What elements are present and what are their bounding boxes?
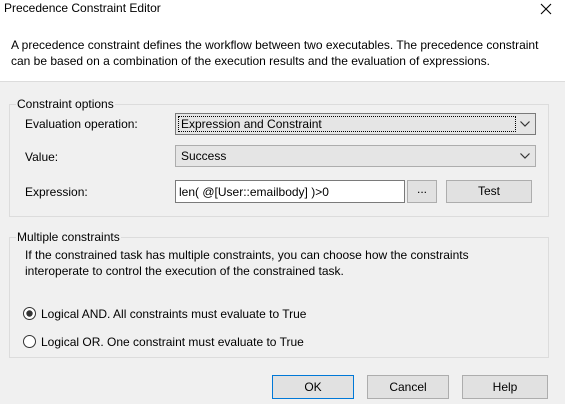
close-icon: [540, 3, 552, 15]
expression-input[interactable]: len( @[User::emailbody] )>0: [175, 180, 405, 203]
logical-or-label[interactable]: Logical OR. One constraint must evaluate…: [41, 335, 304, 349]
constraint-options-legend: Constraint options: [16, 97, 115, 111]
chevron-down-icon: [520, 121, 530, 127]
intro-panel: A precedence constraint defines the work…: [0, 18, 565, 82]
multiple-constraints-description: If the constrained task has multiple con…: [25, 248, 469, 278]
expression-label: Expression:: [25, 185, 88, 199]
value-label: Value:: [25, 150, 59, 164]
cancel-button[interactable]: Cancel: [367, 375, 449, 399]
help-button[interactable]: Help: [462, 375, 548, 399]
intro-text: A precedence constraint defines the work…: [11, 38, 539, 68]
value-select-value: Success: [181, 149, 227, 163]
window-title: Precedence Constraint Editor: [4, 1, 161, 15]
evaluation-operation-label: Evaluation operation:: [25, 117, 138, 131]
expression-builder-button[interactable]: ...: [407, 180, 437, 203]
evaluation-operation-value: Expression and Constraint: [181, 117, 322, 131]
title-bar: Precedence Constraint Editor: [0, 0, 565, 18]
radio-unselected-icon: [23, 335, 36, 348]
multiple-constraints-legend: Multiple constraints: [16, 230, 121, 244]
evaluation-operation-select[interactable]: Expression and Constraint: [175, 113, 536, 135]
close-button[interactable]: [529, 0, 565, 18]
logical-and-radio[interactable]: [23, 307, 36, 320]
value-select[interactable]: Success: [175, 145, 536, 167]
logical-and-label[interactable]: Logical AND. All constraints must evalua…: [41, 307, 306, 321]
expression-value: len( @[User::emailbody] )>0: [179, 185, 329, 199]
logical-or-radio[interactable]: [23, 335, 36, 348]
test-button[interactable]: Test: [446, 180, 532, 203]
chevron-down-icon: [520, 153, 530, 159]
ok-button[interactable]: OK: [272, 375, 354, 399]
radio-selected-icon: [23, 307, 36, 320]
